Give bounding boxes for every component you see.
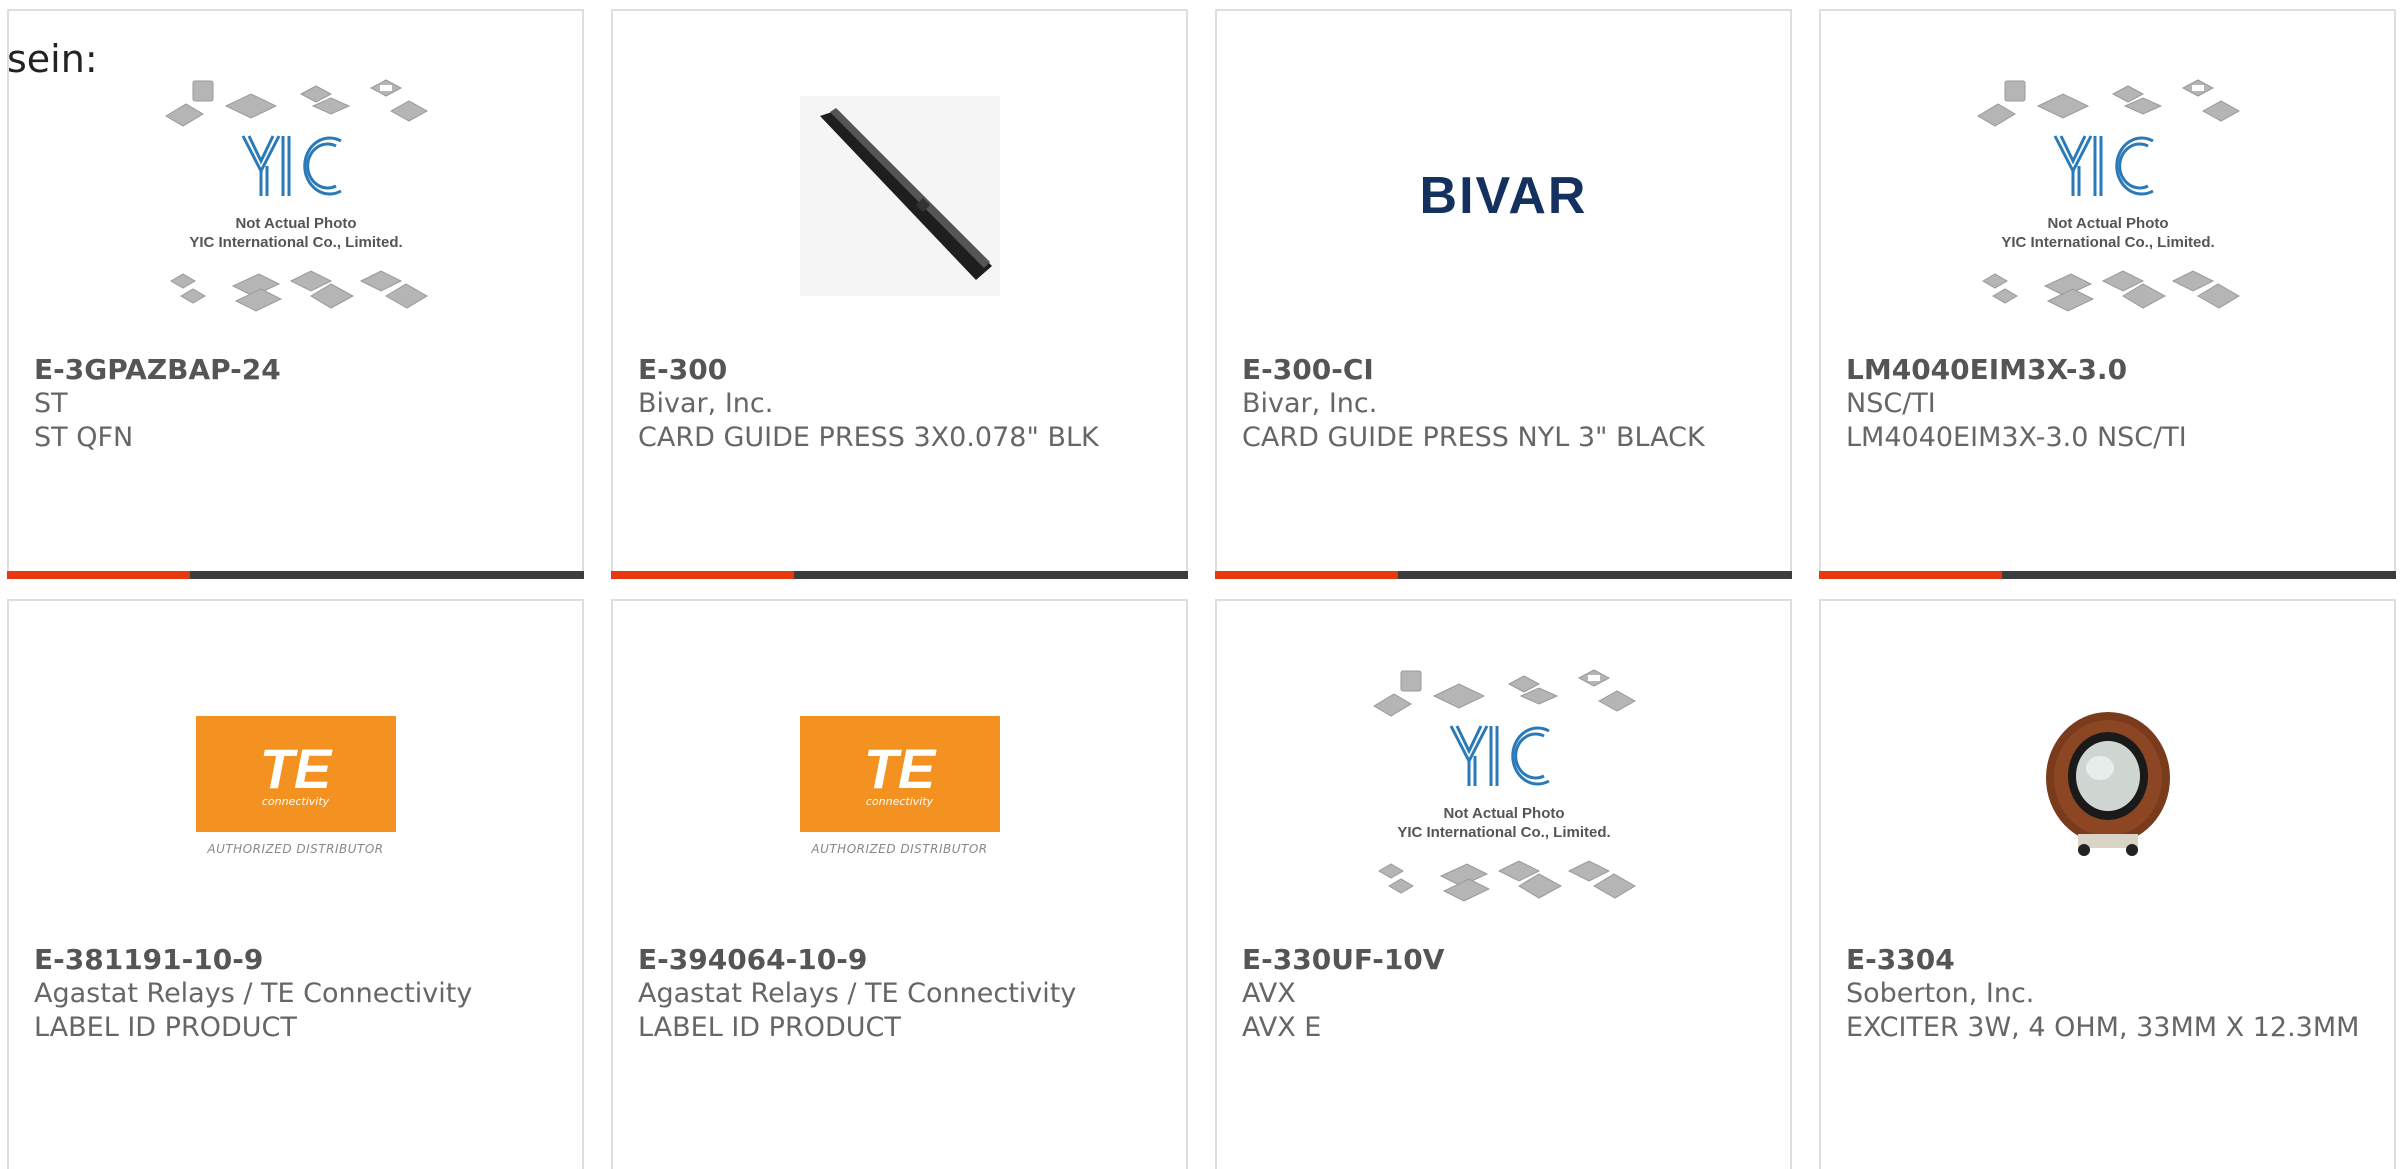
description: CARD GUIDE PRESS NYL 3" BLACK [1242, 422, 1705, 453]
product-card[interactable]: TE connectivity AUTHORIZED DISTRIBUTOR E… [611, 599, 1188, 1169]
product-image[interactable]: Not Actual Photo YIC International Co., … [1217, 631, 1790, 941]
product-card[interactable]: TE connectivity AUTHORIZED DISTRIBUTOR E… [7, 599, 584, 1169]
product-image[interactable]: Not Actual Photo YIC International Co., … [9, 41, 582, 351]
product-card[interactable]: E-3304 Soberton, Inc. EXCITER 3W, 4 OHM,… [1819, 599, 2396, 1169]
placeholder-line1: Not Actual Photo [1443, 805, 1564, 822]
product-image[interactable]: TE connectivity AUTHORIZED DISTRIBUTOR [613, 631, 1186, 941]
part-number[interactable]: E-381191-10-9 [34, 943, 557, 977]
card-footer-bar [611, 571, 1188, 579]
manufacturer: AVX [1242, 978, 1296, 1009]
exciter-photo [2045, 712, 2170, 856]
placeholder-line2: YIC International Co., Limited. [2001, 234, 2214, 251]
product-image[interactable]: TE connectivity AUTHORIZED DISTRIBUTOR [9, 631, 582, 941]
manufacturer: Agastat Relays / TE Connectivity [34, 978, 473, 1009]
te-logo: TE connectivity AUTHORIZED DISTRIBUTOR [799, 716, 1000, 856]
placeholder-line1: Not Actual Photo [235, 215, 356, 232]
product-card[interactable]: Not Actual Photo YIC International Co., … [1819, 9, 2396, 579]
card-footer-bar [1819, 571, 2396, 579]
product-image[interactable]: Not Actual Photo YIC International Co., … [1821, 41, 2394, 351]
product-image[interactable] [613, 41, 1186, 351]
description: AVX E [1242, 1012, 1322, 1043]
manufacturer: Agastat Relays / TE Connectivity [638, 978, 1077, 1009]
manufacturer: Soberton, Inc. [1846, 978, 2035, 1009]
product-card[interactable]: Not Actual Photo YIC International Co., … [7, 9, 584, 579]
placeholder-line2: YIC International Co., Limited. [189, 234, 402, 251]
placeholder-image: Not Actual Photo YIC International Co., … [164, 79, 428, 312]
part-number[interactable]: E-300-CI [1242, 353, 1765, 387]
manufacturer: NSC/TI [1846, 388, 1936, 419]
card-guide-photo [799, 96, 1000, 296]
te-logo: TE connectivity AUTHORIZED DISTRIBUTOR [195, 716, 396, 856]
part-number[interactable]: E-394064-10-9 [638, 943, 1161, 977]
manufacturer: ST [34, 388, 68, 419]
bivar-logo: BIVAR [1419, 167, 1588, 225]
manufacturer: Bivar, Inc. [638, 388, 774, 419]
product-card[interactable]: BIVAR E-300-CI Bivar, Inc. CARD GUIDE PR… [1215, 9, 1792, 579]
part-number[interactable]: E-300 [638, 353, 1161, 387]
product-card[interactable]: E-300 Bivar, Inc. CARD GUIDE PRESS 3X0.0… [611, 9, 1188, 579]
description: EXCITER 3W, 4 OHM, 33MM X 12.3MM [1846, 1012, 2360, 1043]
product-image[interactable] [1821, 631, 2394, 941]
placeholder-line1: Not Actual Photo [2047, 215, 2168, 232]
intro-text: sein: [7, 37, 98, 81]
description: LABEL ID PRODUCT [34, 1012, 297, 1043]
card-footer-bar [7, 571, 584, 579]
part-number[interactable]: E-3GPAZBAP-24 [34, 353, 557, 387]
placeholder-line2: YIC International Co., Limited. [1397, 824, 1610, 841]
description: LABEL ID PRODUCT [638, 1012, 901, 1043]
description: CARD GUIDE PRESS 3X0.078" BLK [638, 422, 1099, 453]
product-card[interactable]: Not Actual Photo YIC International Co., … [1215, 599, 1792, 1169]
description: ST QFN [34, 422, 134, 453]
card-footer-bar [1215, 571, 1792, 579]
product-image[interactable]: BIVAR [1217, 41, 1790, 351]
description: LM4040EIM3X-3.0 NSC/TI [1846, 422, 2187, 453]
part-number[interactable]: E-3304 [1846, 943, 2369, 977]
part-number[interactable]: LM4040EIM3X-3.0 [1846, 353, 2369, 387]
part-number[interactable]: E-330UF-10V [1242, 943, 1765, 977]
manufacturer: Bivar, Inc. [1242, 388, 1378, 419]
placeholder-image: Not Actual Photo YIC International Co., … [1372, 669, 1636, 902]
placeholder-image: Not Actual Photo YIC International Co., … [1976, 79, 2240, 312]
